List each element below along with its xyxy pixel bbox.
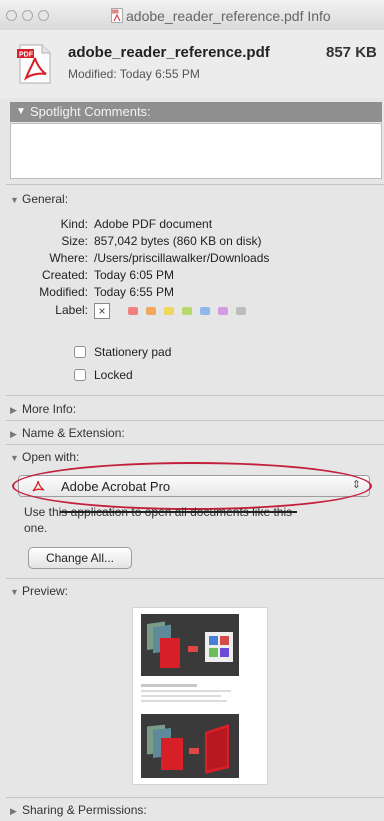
kind-value: Adobe PDF document: [94, 217, 213, 231]
disclosure-triangle-icon: ▶: [10, 806, 17, 816]
pdf-file-icon: [111, 8, 123, 23]
preview-section-header[interactable]: ▼ Preview:: [10, 584, 68, 598]
where-value: /Users/priscillawalker/Downloads: [94, 251, 270, 265]
selected-app-name: Adobe Acrobat Pro: [61, 479, 171, 494]
spotlight-comments-label: Spotlight Comments:: [30, 104, 151, 119]
label-color-swatch[interactable]: [128, 307, 138, 315]
created-value: Today 6:05 PM: [94, 268, 175, 282]
label-label: Label:: [55, 303, 88, 317]
open-with-label: Open with:: [22, 450, 80, 464]
label-color-swatch[interactable]: [146, 307, 156, 315]
name-extension-label: Name & Extension:: [22, 426, 125, 440]
size-value: 857,042 bytes (860 KB on disk): [94, 234, 262, 248]
kind-label: Kind:: [60, 217, 88, 231]
file-name: adobe_reader_reference.pdf: [68, 44, 270, 61]
file-header: PDF adobe_reader_reference.pdf 857 KB Mo…: [0, 30, 384, 98]
minimize-window-button[interactable]: [22, 10, 33, 21]
size-label: Size:: [61, 234, 88, 248]
divider: [6, 797, 384, 798]
window-title: adobe_reader_reference.pdf Info: [126, 8, 331, 24]
sharing-permissions-label: Sharing & Permissions:: [22, 803, 147, 817]
stationery-pad-checkbox[interactable]: [74, 346, 86, 358]
file-size: 857 KB: [326, 44, 377, 61]
divider: [6, 420, 384, 421]
change-all-button[interactable]: Change All...: [28, 547, 132, 569]
more-info-label: More Info:: [22, 402, 77, 416]
disclosure-triangle-icon: ▼: [10, 453, 19, 463]
strikethrough-annotation: [60, 511, 297, 513]
label-color-swatch[interactable]: [164, 307, 174, 315]
svg-text:PDF: PDF: [19, 52, 34, 59]
sharing-permissions-section-header[interactable]: ▶ Sharing & Permissions:: [10, 803, 147, 817]
disclosure-triangle-icon: ▼: [10, 195, 19, 205]
disclosure-triangle-icon: ▼: [10, 587, 19, 597]
modified-value: Today 6:55 PM: [94, 285, 175, 299]
open-with-section-header[interactable]: ▼ Open with:: [10, 450, 79, 464]
divider: [6, 578, 384, 579]
open-with-app-popup[interactable]: Adobe Acrobat Pro ⇕: [18, 475, 370, 497]
zoom-window-button[interactable]: [38, 10, 49, 21]
locked-label: Locked: [94, 368, 133, 382]
spotlight-comments-field[interactable]: [10, 123, 382, 179]
name-extension-section-header[interactable]: ▶ Name & Extension:: [10, 426, 125, 440]
pdf-document-icon: PDF: [17, 44, 51, 84]
general-label: General:: [22, 192, 69, 206]
disclosure-triangle-icon: ▶: [10, 429, 17, 439]
label-color-swatch[interactable]: [236, 307, 246, 315]
modified-label: Modified:: [39, 285, 88, 299]
where-label: Where:: [49, 251, 88, 265]
acrobat-icon: [32, 480, 45, 492]
close-window-button[interactable]: [6, 10, 17, 21]
preview-label: Preview:: [22, 584, 69, 598]
popup-arrows-icon: ⇕: [351, 479, 361, 491]
spotlight-comments-header[interactable]: ▼ Spotlight Comments:: [10, 102, 382, 122]
title-bar: adobe_reader_reference.pdf Info: [0, 0, 384, 31]
disclosure-triangle-icon: ▶: [10, 405, 17, 415]
more-info-section-header[interactable]: ▶ More Info:: [10, 402, 76, 416]
created-label: Created:: [41, 268, 88, 282]
label-color-swatch[interactable]: [182, 307, 192, 315]
label-color-swatch[interactable]: [200, 307, 210, 315]
locked-checkbox[interactable]: [74, 369, 86, 381]
divider: [6, 184, 384, 185]
general-section-header[interactable]: ▼ General:: [10, 192, 68, 206]
clear-label-button[interactable]: ×: [94, 303, 110, 319]
file-modified: Modified: Today 6:55 PM: [68, 67, 200, 81]
open-with-note-continued: one.: [24, 521, 48, 535]
preview-page-image: [141, 614, 239, 778]
label-color-swatch[interactable]: [218, 307, 228, 315]
divider: [6, 444, 384, 445]
disclosure-triangle-icon: ▼: [16, 106, 26, 117]
stationery-pad-label: Stationery pad: [94, 345, 172, 359]
document-preview-thumbnail: [132, 607, 268, 785]
divider: [6, 395, 384, 396]
